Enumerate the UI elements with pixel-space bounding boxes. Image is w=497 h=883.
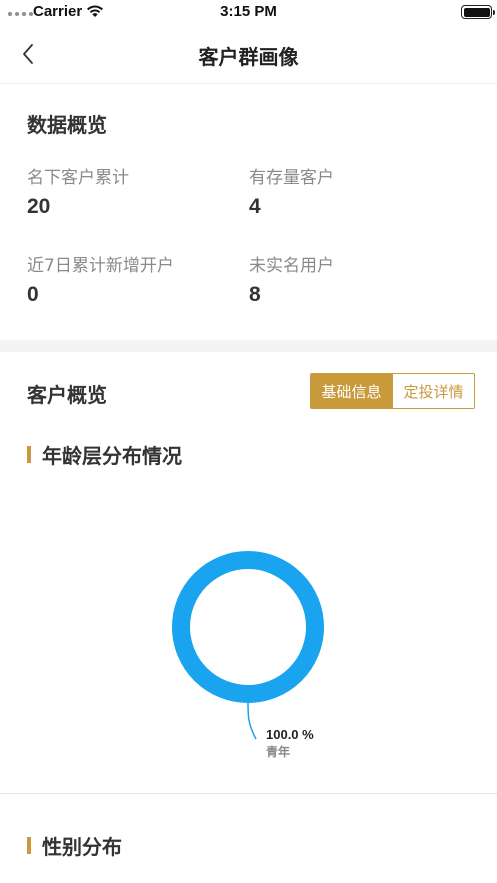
data-overview-title: 数据概览 xyxy=(27,113,107,137)
stat-label-existing-customers: 有存量客户 xyxy=(249,168,334,188)
stat-value-unverified-users: 8 xyxy=(249,283,261,306)
age-distribution-heading: 年龄层分布情况 xyxy=(27,440,182,469)
stat-value-total-customers: 20 xyxy=(27,195,51,218)
status-bar: Carrier 3:15 PM xyxy=(0,0,497,26)
heading-accent-bar xyxy=(27,837,31,854)
gender-distribution-heading: 性别分布 xyxy=(27,831,122,860)
pie-value-label: 100.0 % xyxy=(266,727,314,742)
stat-label-total-customers: 名下客户累计 xyxy=(27,168,129,188)
page-title: 客户群画像 xyxy=(198,45,299,69)
stat-value-existing-customers: 4 xyxy=(249,195,261,218)
stat-label-new-accounts-7d: 近7日累计新增开户 xyxy=(27,256,174,276)
tab-investment-details[interactable]: 定投详情 xyxy=(392,374,474,408)
tab-basic-info[interactable]: 基础信息 xyxy=(311,374,392,408)
section-divider xyxy=(0,340,497,352)
data-overview-section: 数据概览 名下客户累计 20 有存量客户 4 近7日累计新增开户 0 未实名用户… xyxy=(0,85,497,340)
heading-accent-bar xyxy=(27,446,31,463)
stat-label-unverified-users: 未实名用户 xyxy=(249,256,334,276)
clock: 3:15 PM xyxy=(220,3,277,20)
nav-bar: 客户群画像 xyxy=(0,26,497,84)
stat-value-new-accounts-7d: 0 xyxy=(27,283,39,306)
age-distribution-title: 年龄层分布情况 xyxy=(42,444,182,468)
customer-overview-title: 客户概览 xyxy=(27,383,107,407)
pie-leader-line xyxy=(247,702,257,740)
overview-tab-toggle: 基础信息 定投详情 xyxy=(310,373,475,409)
pie-category-label: 青年 xyxy=(266,744,290,759)
battery-icon xyxy=(461,5,495,19)
section-separator xyxy=(0,793,497,794)
gender-distribution-title: 性别分布 xyxy=(42,835,122,859)
pie-slice xyxy=(172,551,324,703)
